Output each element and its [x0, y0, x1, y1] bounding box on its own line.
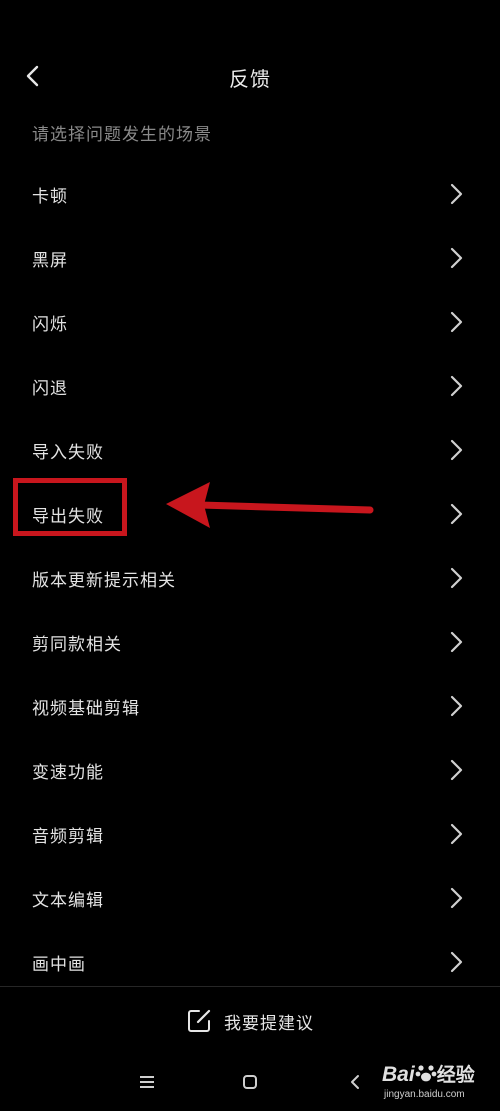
back-icon [351, 1075, 359, 1089]
list-item-label: 版本更新提示相关 [32, 570, 176, 591]
list-item-label: 卡顿 [32, 186, 68, 207]
list-item-black-screen[interactable]: 黑屏 [0, 226, 500, 290]
footer-divider [0, 986, 500, 987]
list-item-label: 导入失败 [32, 442, 104, 463]
chevron-right-icon [450, 887, 463, 909]
chevron-right-icon [450, 311, 463, 333]
chevron-right-icon [450, 631, 463, 653]
chevron-right-icon [450, 375, 463, 397]
list-item-speed[interactable]: 变速功能 [0, 738, 500, 802]
list-item-label: 画中画 [32, 954, 86, 975]
list-item-stutter[interactable]: 卡顿 [0, 162, 500, 226]
list-item-export-failed[interactable]: 导出失败 [0, 482, 500, 546]
chevron-right-icon [450, 759, 463, 781]
home-button[interactable] [238, 1070, 262, 1094]
list-item-basic-editing[interactable]: 视频基础剪辑 [0, 674, 500, 738]
suggest-button-label: 我要提建议 [224, 1013, 314, 1034]
system-nav-bar [0, 1060, 500, 1104]
chevron-right-icon [450, 439, 463, 461]
header-bar: 反馈 [0, 44, 500, 108]
list-item-crash[interactable]: 闪退 [0, 354, 500, 418]
list-item-label: 闪退 [32, 378, 68, 399]
list-item-template-related[interactable]: 剪同款相关 [0, 610, 500, 674]
list-item-label: 音频剪辑 [32, 826, 104, 847]
scenario-list: 卡顿 黑屏 闪烁 闪退 导入失败 导出失败 版本更新提示相关 剪同款相关 视频基… [0, 162, 500, 994]
chevron-right-icon [450, 183, 463, 205]
list-item-label: 导出失败 [32, 506, 104, 527]
list-item-text-editing[interactable]: 文本编辑 [0, 866, 500, 930]
section-subtitle: 请选择问题发生的场景 [32, 125, 212, 145]
chevron-right-icon [450, 823, 463, 845]
page-title: 反馈 [229, 67, 271, 91]
home-square-icon [243, 1075, 257, 1089]
list-item-update-prompt[interactable]: 版本更新提示相关 [0, 546, 500, 610]
chevron-right-icon [450, 247, 463, 269]
menu-button[interactable] [135, 1070, 159, 1094]
list-item-flicker[interactable]: 闪烁 [0, 290, 500, 354]
suggest-button[interactable]: 我要提建议 [0, 994, 500, 1048]
list-item-import-failed[interactable]: 导入失败 [0, 418, 500, 482]
list-item-label: 剪同款相关 [32, 634, 122, 655]
chevron-right-icon [450, 567, 463, 589]
chevron-right-icon [450, 695, 463, 717]
list-item-label: 视频基础剪辑 [32, 698, 140, 719]
menu-icon [140, 1076, 154, 1088]
list-item-label: 黑屏 [32, 250, 68, 271]
list-item-label: 闪烁 [32, 314, 68, 335]
edit-icon [188, 1009, 211, 1032]
list-item-audio-editing[interactable]: 音频剪辑 [0, 802, 500, 866]
list-item-picture-in-picture[interactable]: 画中画 [0, 930, 500, 994]
chevron-right-icon [450, 503, 463, 525]
list-item-label: 变速功能 [32, 762, 104, 783]
chevron-right-icon [450, 951, 463, 973]
nav-back-button[interactable] [343, 1070, 367, 1094]
list-item-label: 文本编辑 [32, 890, 104, 911]
